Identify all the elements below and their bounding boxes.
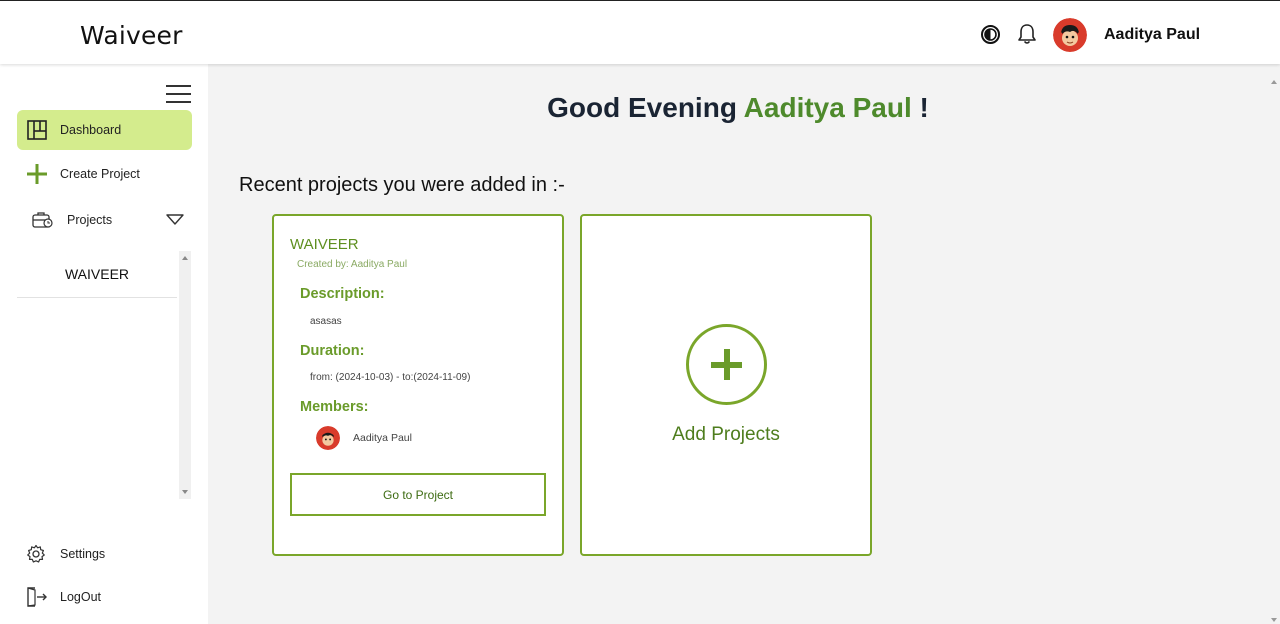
logout-icon [26, 586, 48, 608]
brand-logo[interactable]: Waiveer [80, 21, 183, 50]
top-header: Waiveer Aaditya Paul [0, 0, 1280, 64]
chevron-down-icon[interactable] [166, 214, 184, 226]
header-user-name[interactable]: Aaditya Paul [1104, 26, 1200, 44]
sidebar-item-logout[interactable]: LogOut [17, 577, 192, 617]
greeting-user-name: Aaditya Paul [743, 92, 912, 123]
project-card: WAIVEER Created by: Aaditya Paul Descrip… [272, 214, 564, 556]
members-label: Members: [300, 399, 369, 415]
scroll-up-arrow-icon[interactable] [182, 256, 188, 260]
sidebar-item-projects[interactable]: Projects [17, 200, 192, 240]
sidebar-item-label: Projects [67, 213, 113, 227]
duration-value: from: (2024-10-03) - to:(2024-11-09) [310, 372, 471, 383]
sidebar-item-label: Create Project [60, 167, 140, 181]
hamburger-menu-icon[interactable] [166, 84, 191, 104]
sidebar-item-label: Settings [60, 547, 106, 561]
project-list-scrollbar[interactable] [179, 251, 191, 499]
scroll-up-arrow-icon[interactable] [1271, 80, 1277, 84]
project-list: WAIVEER [17, 251, 192, 499]
projects-icon [32, 211, 54, 229]
greeting-prefix: Good Evening [547, 92, 737, 123]
project-title: WAIVEER [290, 236, 359, 253]
greeting-suffix: ! [919, 92, 929, 123]
scroll-down-arrow-icon[interactable] [182, 490, 188, 494]
sidebar-item-dashboard[interactable]: Dashboard [17, 110, 192, 150]
gear-icon [26, 544, 46, 564]
sidebar-item-label: LogOut [60, 590, 102, 604]
sidebar-item-label: Dashboard [60, 123, 122, 137]
add-projects-label[interactable]: Add Projects [582, 424, 870, 446]
go-to-project-button[interactable]: Go to Project [290, 473, 546, 516]
theme-toggle-icon[interactable] [979, 23, 1001, 45]
member-name: Aaditya Paul [353, 432, 412, 444]
sidebar-item-settings[interactable]: Settings [17, 534, 192, 574]
page-scrollbar[interactable] [1268, 78, 1280, 624]
add-circle-plus-icon[interactable] [686, 324, 767, 405]
dashboard-icon [27, 120, 47, 140]
greeting-heading: Good Evening Aaditya Paul ! [208, 92, 1268, 124]
user-avatar[interactable] [1053, 18, 1087, 52]
description-label: Description: [300, 286, 385, 302]
plus-icon [26, 163, 48, 185]
sidebar-item-create-project[interactable]: Create Project [17, 154, 192, 194]
member-avatar [316, 426, 340, 450]
description-value: asasas [310, 316, 342, 327]
main-content: Good Evening Aaditya Paul ! Recent proje… [208, 64, 1280, 624]
scroll-down-arrow-icon[interactable] [1271, 618, 1277, 622]
bell-icon[interactable] [1016, 23, 1038, 45]
add-project-card[interactable]: Add Projects [580, 214, 872, 556]
section-title: Recent projects you were added in :- [239, 174, 565, 196]
sidebar: Dashboard Create Project Projects WAIVEE… [0, 64, 208, 624]
project-creator: Created by: Aaditya Paul [297, 259, 408, 270]
project-list-item[interactable]: WAIVEER [17, 251, 177, 298]
duration-label: Duration: [300, 343, 365, 359]
member-item: Aaditya Paul [316, 426, 412, 450]
